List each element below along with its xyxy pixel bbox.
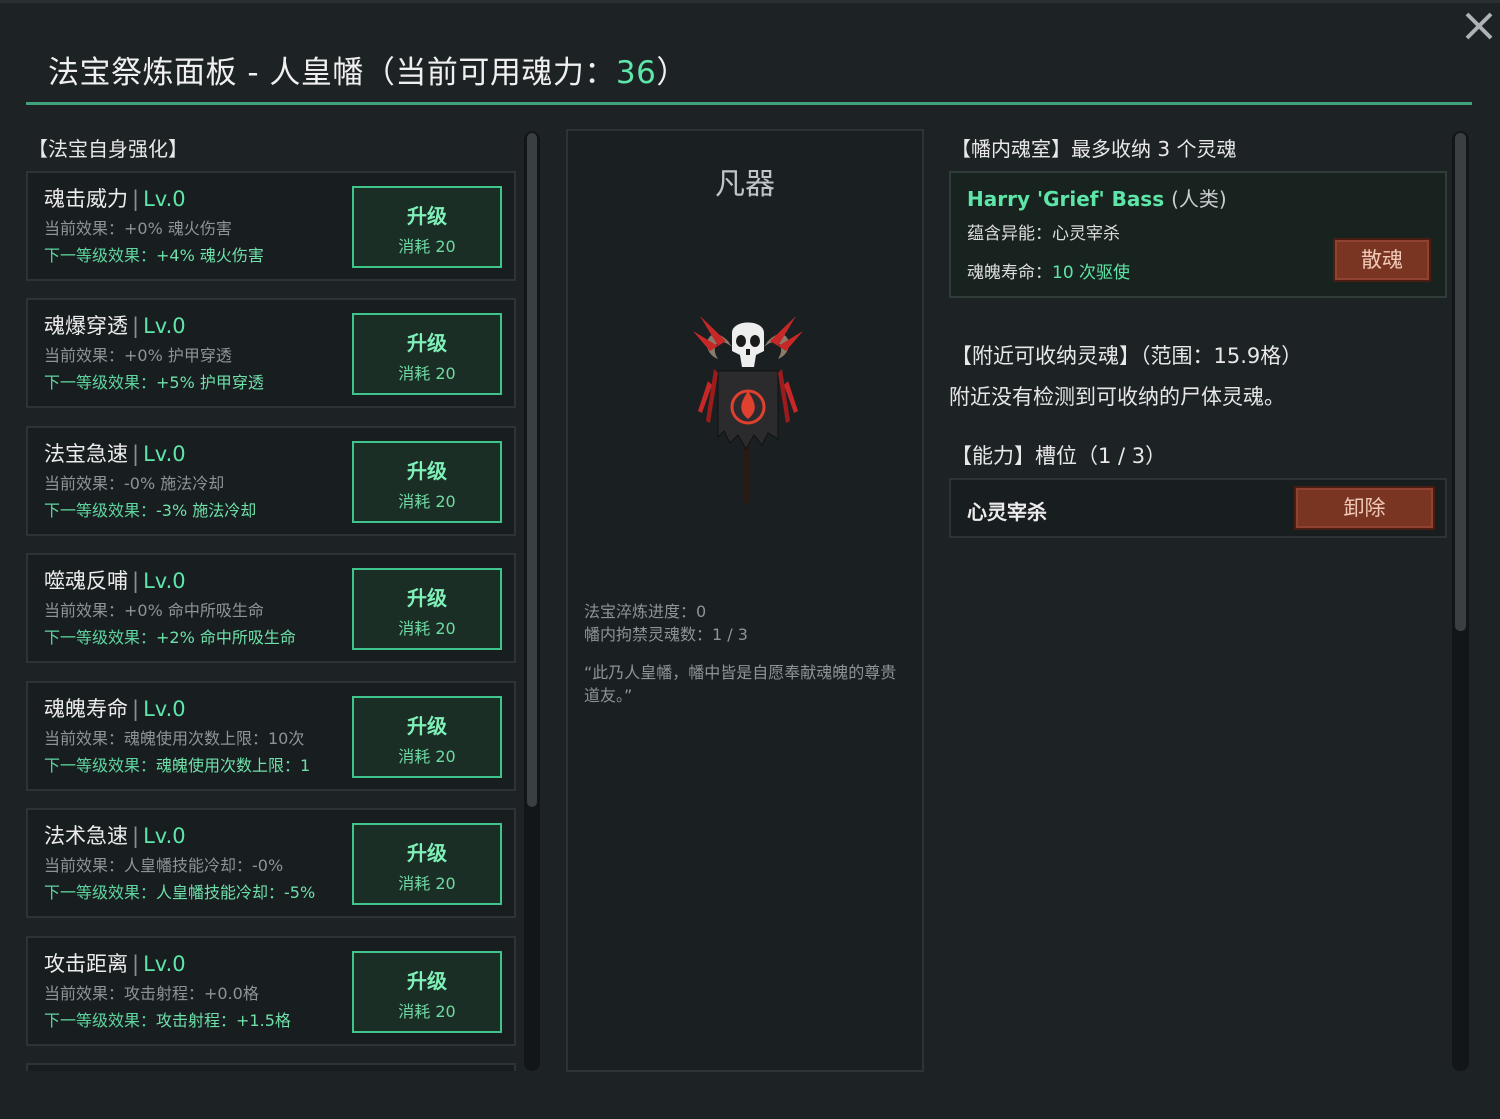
souls-held-count: 幡内拘禁灵魂数：1 / 3 (584, 625, 748, 644)
upgrade-list[interactable]: 魂击威力 | Lv.0 当前效果：+0% 魂火伤害 下一等级效果：+4% 魂火伤害 … (26, 171, 520, 1071)
artifact-quote: “此乃人皇幡，幡中皆是自愿奉献魂魄的尊贵道友。” (584, 663, 897, 705)
title-suffix: ） (656, 55, 688, 91)
upgrade-button[interactable]: 升级 消耗 20 (352, 568, 502, 650)
current-effect: 当前效果：+0% 魂火伤害 (44, 219, 232, 238)
refine-progress: 法宝淬炼进度：0 (584, 602, 707, 621)
close-icon[interactable] (1462, 9, 1496, 43)
next-effect: 下一等级效果：+2% 命中所吸生命 (44, 628, 296, 647)
title-divider (26, 102, 1472, 105)
soul-life: 魂魄寿命：10 次驱使 (967, 263, 1131, 283)
title-text: 法宝祭炼面板 - 人皇幡（当前可用魂力： (48, 55, 616, 91)
upgrade-button[interactable]: 升级 消耗 20 (352, 823, 502, 905)
nearby-souls-header: 【附近可收纳灵魂】（范围：15.9格） (951, 344, 1303, 368)
artifact-tier: 凡器 (715, 167, 775, 202)
next-effect: 下一等级效果：人皇幡技能冷却：-5% (44, 883, 316, 902)
next-effect: 下一等级效果：+4% 魂火伤害 (44, 246, 264, 265)
artifact-refine-window: 法宝祭炼面板 - 人皇幡（当前可用魂力：36） 【法宝自身强化】 魂击威力 | Lv… (0, 0, 1500, 1119)
upgrade-name: 噬魂反哺 | Lv.0 (44, 569, 186, 593)
window-title: 法宝祭炼面板 - 人皇幡（当前可用魂力：36） (48, 47, 688, 92)
upgrade-card-partial (26, 1063, 516, 1071)
remove-ability-button[interactable]: 卸除 (1294, 486, 1435, 530)
current-effect: 当前效果：攻击射程：+0.0格 (44, 984, 259, 1003)
upgrade-button[interactable]: 升级 消耗 20 (352, 186, 502, 268)
current-effect: 当前效果：-0% 施法冷却 (44, 474, 225, 493)
right-panel-scrollbar[interactable] (1452, 131, 1469, 1071)
upgrade-card-artifact-haste: 法宝急速 | Lv.0 当前效果：-0% 施法冷却 下一等级效果：-3% 施法冷却 … (26, 426, 516, 536)
next-effect: 下一等级效果：+5% 护甲穿透 (44, 373, 264, 392)
upgrade-name: 法术急速 | Lv.0 (44, 824, 186, 848)
upgrade-list-scrollbar[interactable] (524, 131, 540, 1071)
soul-name: Harry 'Grief' Bass (人类) (967, 187, 1227, 211)
release-soul-button[interactable]: 散魂 (1333, 238, 1431, 282)
soul-card: Harry 'Grief' Bass (人类) 蕴含异能：心灵宰杀 魂魄寿命：1… (949, 171, 1447, 298)
upgrade-button[interactable]: 升级 消耗 20 (352, 951, 502, 1033)
artifact-panel: 凡器 法宝淬炼进度：0 幡内拘禁灵魂数：1 / 3 “此乃人皇幡，幡中皆是自愿奉… (566, 129, 924, 1072)
self-enhance-header: 【法宝自身强化】 (28, 137, 188, 161)
current-effect: 当前效果：+0% 命中所吸生命 (44, 601, 264, 620)
upgrade-card-soul-burst: 魂爆穿透 | Lv.0 当前效果：+0% 护甲穿透 下一等级效果：+5% 护甲穿透 … (26, 298, 516, 408)
upgrade-name: 法宝急速 | Lv.0 (44, 442, 186, 466)
nearby-empty-message: 附近没有检测到可收纳的尸体灵魂。 (949, 385, 1285, 409)
next-effect: 下一等级效果：攻击射程：+1.5格 (44, 1011, 291, 1030)
ability-name: 心灵宰杀 (967, 500, 1047, 524)
upgrade-card-soul-leech: 噬魂反哺 | Lv.0 当前效果：+0% 命中所吸生命 下一等级效果：+2% 命中所… (26, 553, 516, 663)
scrollbar-thumb[interactable] (527, 133, 537, 807)
upgrade-button[interactable]: 升级 消耗 20 (352, 441, 502, 523)
upgrade-name: 魂魄寿命 | Lv.0 (44, 697, 186, 721)
upgrade-card-spell-haste: 法术急速 | Lv.0 当前效果：人皇幡技能冷却：-0% 下一等级效果：人皇幡技能冷… (26, 808, 516, 918)
current-effect: 当前效果：人皇幡技能冷却：-0% (44, 856, 284, 875)
upgrade-card-soul-life: 魂魄寿命 | Lv.0 当前效果：魂魄使用次数上限：10次 下一等级效果：魂魄使用次… (26, 681, 516, 791)
scrollbar-thumb[interactable] (1455, 133, 1466, 631)
next-effect: 下一等级效果：魂魄使用次数上限：1 (44, 756, 311, 775)
upgrade-button[interactable]: 升级 消耗 20 (352, 696, 502, 778)
soul-banner-icon (688, 311, 808, 511)
upgrade-name: 魂击威力 | Lv.0 (44, 187, 186, 211)
soul-room-header: 【幡内魂室】最多收纳 3 个灵魂 (951, 137, 1237, 161)
ability-slots-header: 【能力】槽位（1 / 3） (951, 444, 1167, 468)
soul-power-value: 36 (615, 55, 657, 91)
next-effect: 下一等级效果：-3% 施法冷却 (44, 501, 257, 520)
soul-ability: 蕴含异能：心灵宰杀 (967, 224, 1120, 244)
upgrade-card-soul-strike: 魂击威力 | Lv.0 当前效果：+0% 魂火伤害 下一等级效果：+4% 魂火伤害 … (26, 171, 516, 281)
current-effect: 当前效果：+0% 护甲穿透 (44, 346, 232, 365)
upgrade-name: 攻击距离 | Lv.0 (44, 952, 186, 976)
current-effect: 当前效果：魂魄使用次数上限：10次 (44, 729, 305, 748)
upgrade-card-attack-range: 攻击距离 | Lv.0 当前效果：攻击射程：+0.0格 下一等级效果：攻击射程：+1… (26, 936, 516, 1046)
upgrade-name: 魂爆穿透 | Lv.0 (44, 314, 186, 338)
ability-slot-row: 心灵宰杀 卸除 (949, 478, 1447, 538)
upgrade-button[interactable]: 升级 消耗 20 (352, 313, 502, 395)
